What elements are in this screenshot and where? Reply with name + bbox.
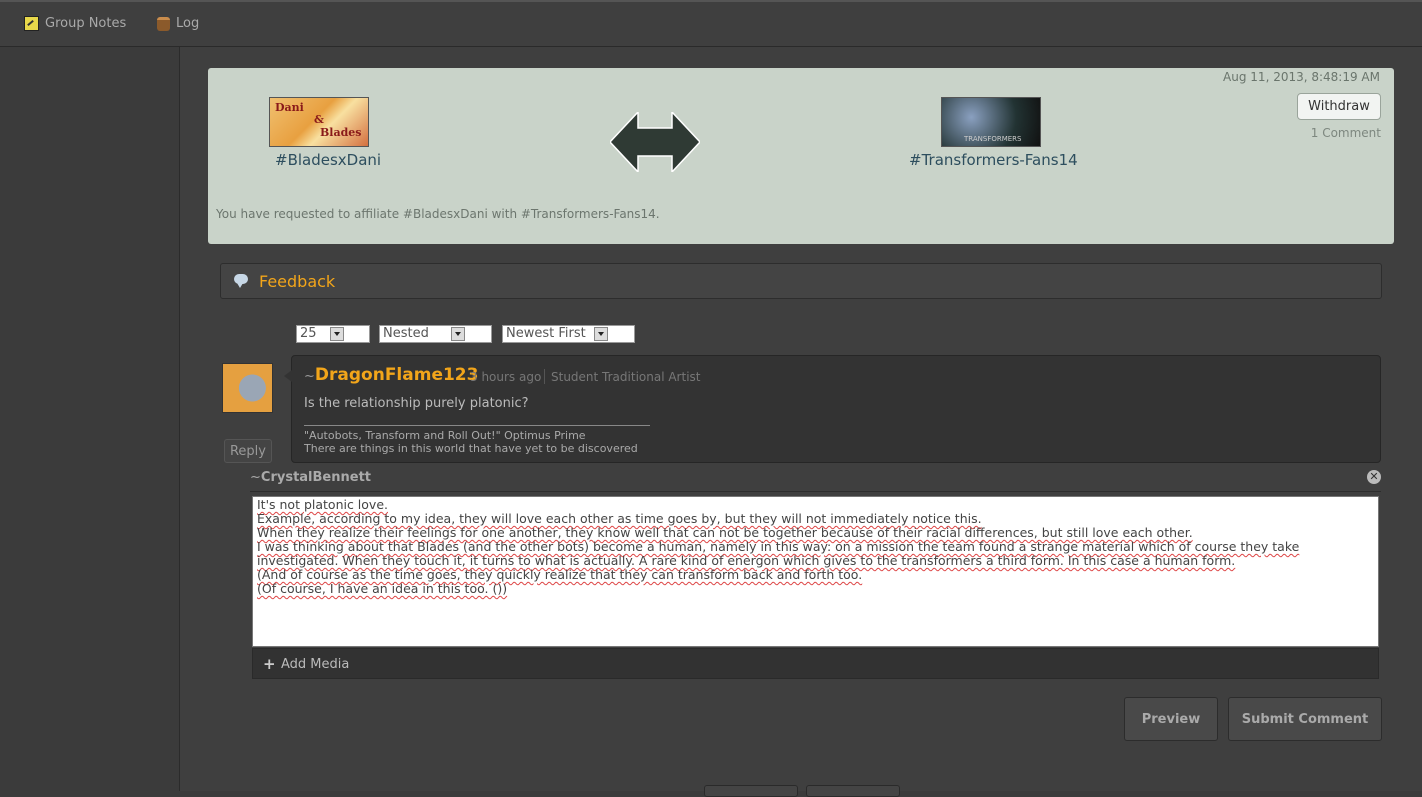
editor-line: It's not platonic love.: [257, 497, 388, 512]
chevron-down-icon[interactable]: [451, 327, 465, 341]
signature-line-2: There are things in this world that have…: [304, 442, 638, 455]
group-b-name[interactable]: #Transformers-Fans14: [909, 151, 1078, 169]
preview-button[interactable]: Preview: [1124, 697, 1218, 741]
close-icon[interactable]: ✕: [1367, 470, 1381, 484]
editor-line: (And of course as the time goes, they qu…: [257, 567, 863, 582]
comment: ~DragonFlame123 3 hours ago Student Trad…: [284, 355, 1381, 463]
chevron-down-icon[interactable]: [594, 327, 608, 341]
left-sidebar: [0, 47, 180, 791]
affiliation-date: Aug 11, 2013, 8:48:19 AM: [1223, 70, 1380, 84]
editor-line: I was thinking about that Blades (and th…: [257, 539, 1300, 554]
group-a-thumbnail[interactable]: Dani & Blades: [269, 97, 369, 147]
group-b-thumbnail[interactable]: TRANSFORMERS: [941, 97, 1041, 147]
reply-author-name: CrystalBennett: [260, 470, 371, 485]
comment-editor[interactable]: It's not platonic love. Example, accordi…: [252, 496, 1379, 647]
feedback-title: Feedback: [259, 272, 336, 291]
affiliation-message: You have requested to affiliate #Bladesx…: [216, 207, 660, 221]
pagination-button[interactable]: [704, 785, 798, 797]
submit-comment-button[interactable]: Submit Comment: [1228, 697, 1382, 741]
group-a-thumb-text-1: Dani: [275, 101, 304, 114]
meta-divider: [544, 369, 545, 384]
author-tilde: ~: [304, 369, 315, 384]
log-link[interactable]: Log: [157, 16, 199, 31]
double-arrow-icon: [610, 112, 700, 172]
author-name: DragonFlame123: [314, 365, 479, 385]
author-role: Student Traditional Artist: [551, 370, 701, 384]
withdraw-button[interactable]: Withdraw: [1297, 93, 1381, 120]
add-media-bar[interactable]: + Add Media: [252, 648, 1379, 679]
view-mode-value: Nested: [383, 326, 429, 341]
view-mode-select[interactable]: Nested: [379, 325, 492, 343]
reply-divider: [250, 491, 1381, 492]
affiliation-panel: Aug 11, 2013, 8:48:19 AM Withdraw 1 Comm…: [208, 68, 1394, 244]
reply-author[interactable]: ~CrystalBennett: [250, 470, 371, 485]
top-toolbar: Group Notes Log: [0, 0, 1422, 47]
chevron-down-icon[interactable]: [330, 327, 344, 341]
group-b-thumb-text: TRANSFORMERS: [964, 135, 1022, 143]
notes-icon: [24, 16, 39, 31]
group-a-thumb-text-2: &: [314, 113, 324, 126]
reply-button[interactable]: Reply: [224, 439, 272, 463]
comment-author[interactable]: ~DragonFlame123: [304, 365, 478, 385]
log-label: Log: [176, 16, 200, 31]
avatar[interactable]: [222, 363, 273, 413]
log-icon: [157, 16, 170, 31]
pagination-button[interactable]: [806, 785, 900, 797]
editor-line: When they realize their feelings for one…: [257, 525, 1193, 540]
editor-line: Example, according to my idea, they will…: [257, 511, 982, 526]
speech-bubble-icon: [234, 274, 248, 288]
sort-order-select[interactable]: Newest First: [502, 325, 635, 343]
comment-text: Is the relationship purely platonic?: [304, 396, 529, 411]
feedback-header: Feedback: [220, 263, 1382, 299]
plus-icon: +: [263, 655, 276, 673]
per-page-value: 25: [300, 326, 317, 341]
editor-line: investigated. When they touch it, it tur…: [257, 553, 1236, 568]
group-a-thumb-text-3: Blades: [320, 126, 362, 139]
per-page-select[interactable]: 25: [296, 325, 370, 343]
comment-time[interactable]: 3 hours ago: [470, 370, 541, 384]
reply-author-tilde: ~: [250, 470, 261, 485]
add-media-label: Add Media: [281, 657, 350, 672]
group-notes-link[interactable]: Group Notes: [24, 16, 126, 31]
group-a-name[interactable]: #BladesxDani: [275, 151, 381, 169]
sort-order-value: Newest First: [506, 326, 586, 341]
editor-line: (Of course, I have an idea in this too. …: [257, 581, 508, 596]
comment-count-link[interactable]: 1 Comment: [1311, 126, 1381, 140]
signature-line-1: "Autobots, Transform and Roll Out!" Opti…: [304, 429, 586, 442]
group-notes-label: Group Notes: [45, 16, 127, 31]
signature-divider: [304, 425, 650, 426]
